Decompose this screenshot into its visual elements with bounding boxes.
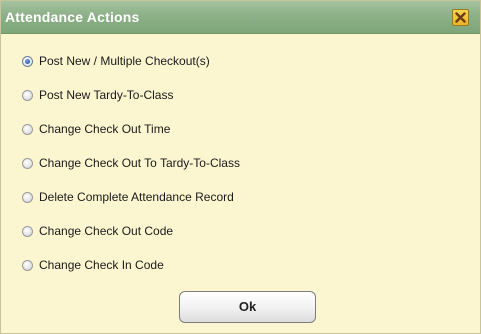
option-change-check-in-code[interactable]: Change Check In Code bbox=[22, 255, 164, 275]
radio-button-selected[interactable] bbox=[22, 55, 33, 67]
close-icon bbox=[455, 12, 466, 23]
option-label: Delete Complete Attendance Record bbox=[39, 190, 234, 204]
attendance-actions-dialog: Attendance Actions Post New / Multiple C… bbox=[0, 0, 481, 334]
option-change-check-out-to-tardy[interactable]: Change Check Out To Tardy-To-Class bbox=[22, 153, 240, 173]
option-change-check-out-code[interactable]: Change Check Out Code bbox=[22, 221, 173, 241]
radio-button[interactable] bbox=[22, 225, 33, 237]
option-label: Change Check In Code bbox=[39, 258, 164, 272]
option-label: Post New / Multiple Checkout(s) bbox=[39, 54, 210, 68]
option-label: Post New Tardy-To-Class bbox=[39, 88, 174, 102]
radio-button[interactable] bbox=[22, 259, 33, 271]
option-label: Change Check Out To Tardy-To-Class bbox=[39, 156, 240, 170]
radio-button[interactable] bbox=[22, 89, 33, 101]
option-delete-attendance-record[interactable]: Delete Complete Attendance Record bbox=[22, 187, 234, 207]
dialog-titlebar: Attendance Actions bbox=[1, 1, 480, 34]
radio-button[interactable] bbox=[22, 123, 33, 135]
option-label: Change Check Out Code bbox=[39, 224, 174, 238]
ok-button[interactable]: Ok bbox=[179, 291, 316, 323]
option-post-new-multiple-checkouts[interactable]: Post New / Multiple Checkout(s) bbox=[22, 51, 210, 71]
option-post-new-tardy-to-class[interactable]: Post New Tardy-To-Class bbox=[22, 85, 173, 105]
dialog-title: Attendance Actions bbox=[5, 9, 140, 25]
radio-button[interactable] bbox=[22, 157, 33, 169]
radio-button[interactable] bbox=[22, 191, 33, 203]
option-label: Change Check Out Time bbox=[39, 122, 171, 136]
close-button[interactable] bbox=[452, 9, 469, 26]
option-change-check-out-time[interactable]: Change Check Out Time bbox=[22, 119, 170, 139]
